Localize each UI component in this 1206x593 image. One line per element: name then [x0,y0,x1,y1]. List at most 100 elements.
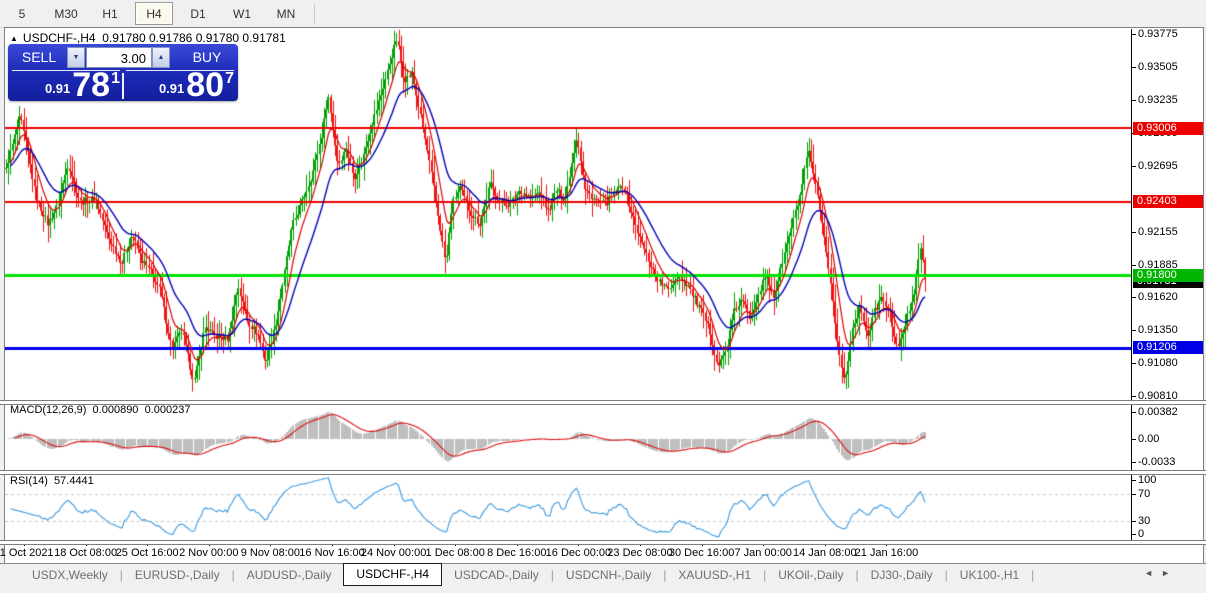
chart-tab-eurusd-daily[interactable]: EURUSD-,Daily [123,565,232,585]
date-label: 8 Dec 16:00 [487,547,547,559]
chart-tab-xauusd-h1[interactable]: XAUUSD-,H1 [666,565,763,585]
buy-price-big: 80 [186,66,225,104]
macd-main-value: 0.000890 [92,404,139,416]
timeframe-toolbar: 5 M30 H1 H4 D1 W1 MN [0,0,1206,28]
chart-symbol-label: USDCHF-,H4 [22,31,96,45]
timeframe-button-w1[interactable]: W1 [223,2,261,25]
volume-decrease-button[interactable]: ▼ [67,47,85,68]
level-price-badge: 0.91206 [1133,341,1203,355]
sell-button[interactable]: SELL [8,49,70,65]
price-tick-label: 0.93505 [1138,61,1178,73]
chart-ohlc-values: 0.91780 0.91786 0.91780 0.91781 [102,31,286,45]
tab-scroll-right-icon[interactable]: ► [1161,568,1178,578]
price-tick-label: 0.93775 [1138,28,1178,40]
price-tick-mark [1131,297,1136,299]
collapse-triangle-icon[interactable]: ▲ [10,34,18,43]
buy-price-prefix: 0.91 [158,81,185,96]
price-tick-mark [1131,265,1136,266]
price-axis-border [1131,29,1132,541]
price-tick-mark [1131,166,1136,167]
price-tick-mark [1131,330,1136,332]
toolbar-separator [314,3,315,24]
rsi-tick-mark [1131,534,1136,535]
date-label: 1 Dec 08:00 [425,547,485,559]
timeframe-button-d1[interactable]: D1 [179,2,217,25]
timeframe-button-5[interactable]: 5 [3,2,41,25]
level-price-badge: 0.92403 [1133,195,1203,209]
macd-signal-value: 0.000237 [144,404,191,416]
price-divider [122,73,124,99]
date-label: 2 Nov 00:00 [179,547,239,559]
timeframe-button-h1[interactable]: H1 [91,2,129,25]
price-tick-mark [1131,34,1136,35]
price-tick-label: 0.91350 [1138,324,1178,337]
rsi-tick-mark [1131,494,1136,495]
date-label: 21 Jan 16:00 [854,547,919,559]
price-tick-label: 0.91080 [1138,357,1178,370]
timeframe-button-m30[interactable]: M30 [47,2,85,25]
macd-tick-mark [1131,412,1136,413]
date-label: 14 Jan 08:00 [792,547,857,559]
rsi-tick-mark [1131,521,1136,522]
price-tick-mark [1131,100,1136,101]
chart-tab-usdcad-daily[interactable]: USDCAD-,Daily [442,565,551,585]
level-price-badge: 0.91800 [1133,268,1203,282]
date-label: 16 Dec 00:00 [545,547,612,559]
one-click-trade-panel: SELL BUY ▼ 3.00 ▲ 0.91 78 1 0.91 80 7 [8,44,238,104]
arrow-down-icon: ▼ [72,54,80,61]
chart-window-title: ▲ USDCHF-,H4 0.91780 0.91786 0.91780 0.91… [10,31,286,45]
price-tick-mark [1131,396,1136,398]
date-label: 23 Dec 08:00 [607,547,673,559]
chart-tab-uk100-h1[interactable]: UK100-,H1 [948,565,1031,585]
chart-tab-usdcnh-daily[interactable]: USDCNH-,Daily [554,565,663,585]
rsi-name: RSI(14) [10,475,48,487]
sell-price-prefix: 0.91 [44,81,71,96]
chart-tab-audusd-daily[interactable]: AUDUSD-,Daily [235,565,344,585]
chart-tab-dj30-daily[interactable]: DJ30-,Daily [859,565,945,585]
price-tick-mark [1131,67,1136,68]
price-tick-label: 0.92695 [1138,160,1178,172]
rsi-tick-label: 100 [1138,474,1157,486]
buy-price[interactable]: 0.91 80 7 [128,66,234,104]
date-label: 18 Oct 08:00 [54,547,118,559]
price-tick-label: 0.91620 [1138,291,1178,304]
date-label: 9 Nov 08:00 [240,547,301,559]
price-tick-label: 0.93235 [1138,94,1178,106]
chart-tab-bar: USDX,Weekly | EURUSD-,Daily | AUDUSD-,Daily U… [0,562,1206,593]
rsi-dates-separator [0,540,1206,545]
sell-price-pip: 1 [111,70,120,87]
rsi-tick-mark [1131,480,1136,481]
date-label: 25 Oct 16:00 [115,547,179,559]
buy-button[interactable]: BUY [176,49,238,65]
buy-price-pip: 7 [225,70,234,87]
price-tick-mark [1131,232,1136,233]
rsi-tick-label: 0 [1138,528,1145,540]
rsi-label: RSI(14) 57.4441 [10,475,94,487]
volume-input[interactable]: 3.00 [86,47,152,68]
rsi-tick-label: 70 [1138,488,1151,500]
price-tick-mark [1131,363,1136,365]
date-label: 30 Dec 16:00 [668,547,735,559]
price-chart-canvas[interactable] [5,29,1131,541]
rsi-tick-label: 30 [1138,515,1151,527]
chart-tab-ukoil-daily[interactable]: UKOil-,Daily [766,565,855,585]
macd-name: MACD(12,26,9) [10,404,87,416]
sell-price[interactable]: 0.91 78 1 [14,66,120,104]
macd-tick-label: 0.00 [1138,433,1160,445]
date-label: 24 Nov 00:00 [360,547,427,559]
chart-tab-usdx-weekly[interactable]: USDX,Weekly [20,565,120,585]
arrow-up-icon: ▲ [157,54,165,61]
timeframe-button-mn[interactable]: MN [267,2,305,25]
macd-tick-mark [1131,439,1136,440]
date-label: 7 Jan 00:00 [734,547,792,559]
chart-tab-usdchf-h4[interactable]: USDCHF-,H4 [343,562,443,586]
price-tick-label: 0.92155 [1138,226,1178,238]
macd-tick-mark [1131,462,1136,464]
tab-separator: | [1031,567,1035,582]
macd-rsi-separator[interactable] [0,470,1206,475]
tab-scroll-left-icon[interactable]: ◄ [1144,568,1161,578]
sell-price-big: 78 [72,66,111,104]
date-label: 16 Nov 16:00 [299,547,365,559]
volume-increase-button[interactable]: ▲ [152,47,170,68]
timeframe-button-h4[interactable]: H4 [135,2,173,25]
